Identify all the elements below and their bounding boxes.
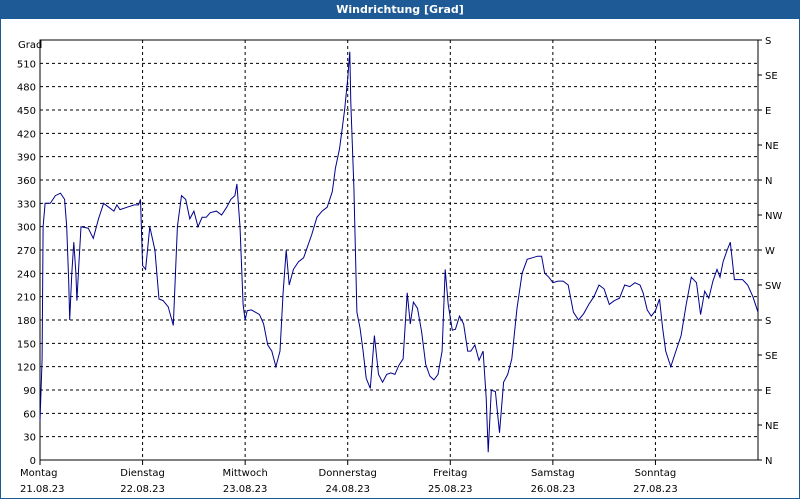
- y-tick-label: 420: [17, 129, 36, 140]
- right-tick-label: NE: [765, 421, 779, 432]
- y-tick-label: 60: [23, 409, 36, 420]
- x-tick-day: Mittwoch: [222, 468, 267, 479]
- y-tick-label: 150: [17, 339, 36, 350]
- y-tick-label: 120: [17, 363, 36, 374]
- y-tick-label: 450: [17, 106, 36, 117]
- x-tick-day: Montag: [20, 468, 57, 479]
- y-axis-label: Grad: [18, 40, 42, 51]
- x-tick-day: Dienstag: [120, 468, 165, 479]
- wind-direction-chart: 0 30 60 90 120 150 180 210 240 270 300 330 360 390 420…: [17, 36, 783, 495]
- x-tick-date: 21.08.23: [20, 484, 65, 495]
- x-tick-day: Freitag: [433, 468, 467, 479]
- right-tick-label: SE: [765, 71, 778, 82]
- x-axis-ticks: Montag 21.08.23 Dienstag 22.08.23 Mittwoch 23…: [20, 460, 678, 495]
- y-tick-label: 210: [17, 293, 36, 304]
- right-tick-label: NE: [765, 141, 779, 152]
- x-tick-date: 24.08.23: [325, 484, 370, 495]
- right-axis-ticks: N NE E SE S SW W NW N NE E SE S: [758, 36, 782, 467]
- right-tick-label: NW: [765, 211, 782, 222]
- right-tick-label: E: [765, 106, 771, 117]
- x-tick-day: Sonntag: [635, 468, 677, 479]
- right-tick-label: S: [765, 36, 771, 47]
- y-tick-label: 90: [23, 386, 36, 397]
- y-tick-label: 480: [17, 83, 36, 94]
- y-tick-label: 510: [17, 59, 36, 70]
- y-tick-label: 30: [23, 433, 36, 444]
- y-tick-label: 300: [17, 223, 36, 234]
- y-tick-label: 390: [17, 153, 36, 164]
- right-tick-label: E: [765, 386, 771, 397]
- y-tick-label: 360: [17, 176, 36, 187]
- x-tick-date: 23.08.23: [223, 484, 268, 495]
- right-tick-label: SE: [765, 351, 778, 362]
- y-tick-label: 270: [17, 246, 36, 257]
- y-tick-label: 0: [30, 456, 36, 467]
- x-tick-date: 26.08.23: [531, 484, 576, 495]
- x-tick-day: Donnerstag: [319, 468, 377, 479]
- right-tick-label: N: [765, 176, 772, 187]
- y-tick-label: 240: [17, 269, 36, 280]
- x-tick-date: 27.08.23: [633, 484, 678, 495]
- x-tick-date: 22.08.23: [120, 484, 165, 495]
- x-tick-day: Samstag: [531, 468, 575, 479]
- right-tick-label: W: [765, 246, 775, 257]
- series-line: [39, 51, 759, 453]
- y-tick-label: 330: [17, 199, 36, 210]
- right-tick-label: N: [765, 456, 772, 467]
- x-tick-date: 25.08.23: [428, 484, 473, 495]
- y-tick-label: 180: [17, 316, 36, 327]
- right-tick-label: S: [765, 316, 771, 327]
- y-axis-ticks: 0 30 60 90 120 150 180 210 240 270 300 330 360 390 420…: [17, 59, 36, 467]
- right-tick-label: SW: [765, 281, 781, 292]
